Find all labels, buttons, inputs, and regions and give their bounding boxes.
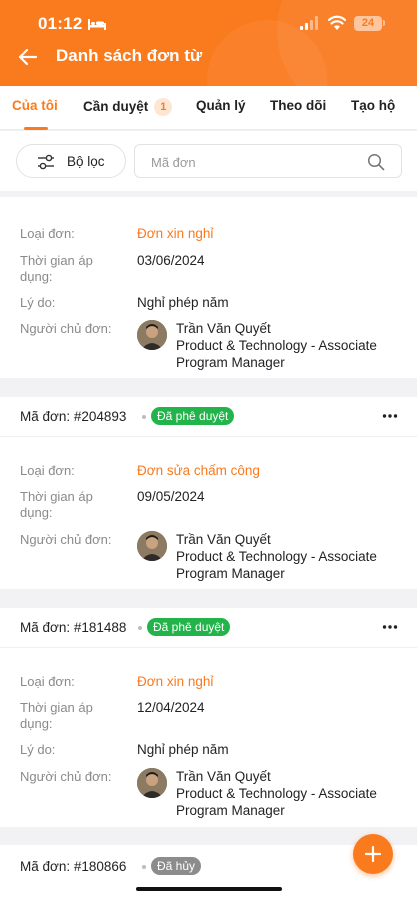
request-card[interactable]: Loại đơn: Đơn xin nghỉ Thời gian áp dụng… [0, 197, 417, 378]
reason-value: Nghỉ phép năm [137, 742, 229, 757]
avatar [137, 531, 167, 561]
apply-time-label: Thời gian áp [20, 489, 93, 504]
apply-time-label: dụng: [20, 505, 53, 520]
order-id: Mã đơn: #181488 [20, 620, 127, 635]
owner-role: Program Manager [176, 355, 285, 370]
avatar [137, 768, 167, 798]
owner-label: Người chủ đơn: [20, 769, 112, 784]
request-type-value: Đơn sửa chấm công [137, 463, 260, 478]
tab-bar: Của tôi Cần duyệt 1 Quản lý Theo dõi Tạo … [0, 86, 417, 130]
owner-name: Trần Văn Quyết [176, 532, 271, 547]
request-type-label: Loại đơn: [20, 463, 75, 478]
filter-label: Bộ lọc [67, 154, 105, 169]
more-options-icon[interactable] [382, 624, 398, 630]
request-card[interactable]: Mã đơn: #181488 Đã phê duyệt Loại đơn: Đ… [0, 608, 417, 827]
apply-time-label: dụng: [20, 269, 53, 284]
tab-label: Cần duyệt [83, 99, 149, 114]
apply-date-value: 09/05/2024 [137, 489, 205, 504]
status-badge: Đã phê duyệt [147, 618, 231, 636]
reason-value: Nghỉ phép năm [137, 295, 229, 310]
pending-count-badge: 1 [154, 98, 173, 116]
separator-dot [142, 415, 146, 419]
owner-role: Program Manager [176, 803, 285, 818]
separator-dot [142, 865, 146, 869]
signal-icon [300, 16, 318, 30]
owner-name: Trần Văn Quyết [176, 769, 271, 784]
request-type-label: Loại đơn: [20, 674, 75, 689]
owner-name: Trần Văn Quyết [176, 321, 271, 336]
page-title: Danh sách đơn từ [56, 46, 203, 65]
reason-label: Lý do: [20, 742, 56, 757]
order-id: Mã đơn: #180866 [20, 859, 127, 874]
apply-time-label: Thời gian áp [20, 700, 93, 715]
reason-label: Lý do: [20, 295, 56, 310]
sleep-mode-icon [88, 19, 106, 30]
search-icon[interactable] [367, 153, 385, 171]
request-type-label: Loại đơn: [20, 226, 75, 241]
owner-label: Người chủ đơn: [20, 321, 112, 336]
status-bar: 01:12 24 [0, 10, 417, 40]
battery-tip [383, 20, 385, 26]
tab-manage[interactable]: Quản lý [196, 98, 246, 113]
request-type-value: Đơn xin nghỉ [137, 674, 214, 689]
separator-dot [138, 626, 142, 630]
owner-role: Program Manager [176, 566, 285, 581]
owner-role: Product & Technology - Associate [176, 338, 377, 353]
filter-button[interactable]: Bộ lọc [16, 144, 126, 178]
apply-date-value: 12/04/2024 [137, 700, 205, 715]
status-badge: Đã hủy [151, 857, 202, 875]
tab-my-requests[interactable]: Của tôi [12, 98, 58, 113]
filter-row: Bộ lọc [0, 131, 417, 191]
owner-role: Product & Technology - Associate [176, 786, 377, 801]
battery-indicator: 24 [354, 16, 382, 31]
owner-label: Người chủ đơn: [20, 532, 112, 547]
order-id: Mã đơn: #204893 [20, 409, 127, 424]
apply-time-label: Thời gian áp [20, 253, 93, 268]
search-box[interactable] [134, 144, 402, 178]
apply-time-label: dụng: [20, 716, 53, 731]
avatar [137, 320, 167, 350]
status-time: 01:12 [38, 14, 83, 33]
owner-role: Product & Technology - Associate [176, 549, 377, 564]
request-type-value: Đơn xin nghỉ [137, 226, 214, 241]
home-indicator [136, 887, 282, 891]
add-request-button[interactable] [353, 834, 393, 874]
card-header: Mã đơn: #204893 Đã phê duyệt [0, 397, 417, 437]
tab-pending-approval[interactable]: Cần duyệt 1 [83, 98, 173, 116]
app-header: 01:12 24 Danh sách đơn từ [0, 0, 417, 86]
tab-follow[interactable]: Theo dõi [270, 98, 326, 113]
wifi-icon [328, 15, 346, 30]
status-badge: Đã phê duyệt [151, 407, 235, 425]
card-header: Mã đơn: #181488 Đã phê duyệt [0, 608, 417, 648]
plus-icon [364, 845, 382, 863]
request-card[interactable]: Mã đơn: #204893 Đã phê duyệt Loại đơn: Đ… [0, 397, 417, 589]
sliders-icon [38, 154, 54, 170]
order-id-search-input[interactable] [151, 151, 361, 173]
back-arrow-icon[interactable] [16, 45, 40, 69]
apply-date-value: 03/06/2024 [137, 253, 205, 268]
tab-create-on-behalf[interactable]: Tạo hộ [351, 98, 395, 113]
more-options-icon[interactable] [382, 413, 398, 419]
active-tab-indicator [24, 127, 48, 130]
